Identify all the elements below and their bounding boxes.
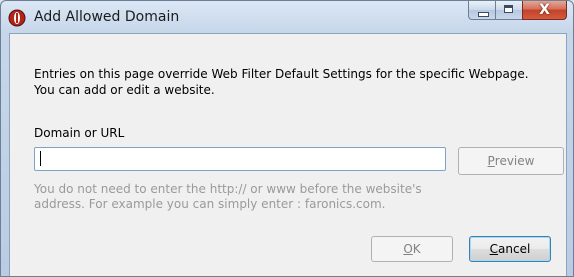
description-line-2: You can add or edit a website. — [34, 83, 215, 97]
text-caret — [40, 151, 41, 166]
cancel-button[interactable]: Cancel — [469, 236, 551, 262]
preview-label-rest: review — [494, 154, 535, 168]
description-line-1: Entries on this page override Web Filter… — [34, 67, 529, 81]
window-title: Add Allowed Domain — [34, 9, 180, 25]
dialog-window: Add Allowed Domain X Entries on this pag… — [0, 0, 574, 277]
preview-button[interactable]: Preview — [458, 147, 564, 175]
minimize-button[interactable] — [468, 1, 495, 20]
hint-line-2: address. For example you can simply ente… — [34, 197, 386, 211]
caption-buttons: X — [468, 1, 567, 21]
domain-url-input[interactable] — [34, 147, 446, 171]
preview-accel: P — [487, 154, 495, 168]
minimize-icon — [478, 12, 489, 17]
ok-button[interactable]: OK — [371, 236, 453, 262]
description-text: Entries on this page override Web Filter… — [34, 66, 529, 98]
ok-label-rest: K — [412, 242, 421, 256]
domain-field-label: Domain or URL — [34, 126, 125, 140]
close-button[interactable]: X — [522, 1, 567, 20]
ok-accel: O — [403, 242, 413, 256]
faronics-logo-icon — [8, 9, 26, 27]
hint-line-1: You do not need to enter the http:// or … — [34, 182, 422, 196]
close-icon: X — [539, 2, 550, 18]
title-bar[interactable]: Add Allowed Domain X — [1, 1, 573, 33]
maximize-button[interactable] — [495, 1, 522, 20]
hint-text: You do not need to enter the http:// or … — [34, 182, 422, 212]
cancel-accel: C — [489, 242, 499, 256]
maximize-icon — [504, 5, 513, 13]
cancel-label-rest: ancel — [498, 242, 531, 256]
